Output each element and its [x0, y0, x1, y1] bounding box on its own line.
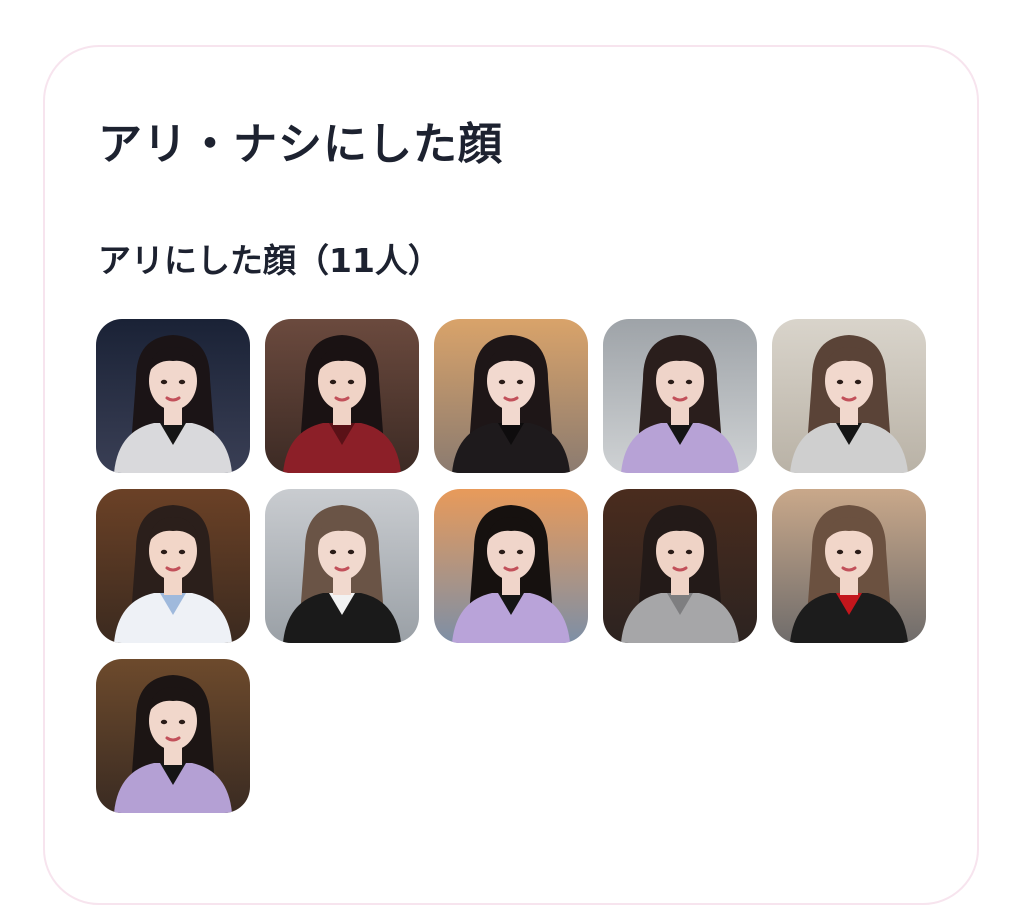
face-grid [96, 319, 928, 813]
face-thumbnail[interactable] [772, 489, 926, 643]
portrait-photo [434, 489, 588, 643]
portrait-photo [603, 319, 757, 473]
face-thumbnail[interactable] [603, 319, 757, 473]
portrait-photo [772, 489, 926, 643]
portrait-photo [96, 659, 250, 813]
face-thumbnail[interactable] [603, 489, 757, 643]
face-thumbnail[interactable] [434, 489, 588, 643]
portrait-photo [96, 489, 250, 643]
portrait-photo [265, 319, 419, 473]
face-thumbnail[interactable] [434, 319, 588, 473]
face-thumbnail[interactable] [96, 319, 250, 473]
face-thumbnail[interactable] [265, 319, 419, 473]
face-thumbnail[interactable] [772, 319, 926, 473]
portrait-photo [603, 489, 757, 643]
portrait-photo [96, 319, 250, 473]
face-thumbnail[interactable] [96, 489, 250, 643]
face-thumbnail[interactable] [96, 659, 250, 813]
portrait-photo [772, 319, 926, 473]
face-thumbnail[interactable] [265, 489, 419, 643]
page-title: アリ・ナシにした顔 [98, 119, 503, 170]
portrait-photo [434, 319, 588, 473]
portrait-photo [265, 489, 419, 643]
section-title-ari: アリにした顔（11人） [98, 241, 441, 280]
